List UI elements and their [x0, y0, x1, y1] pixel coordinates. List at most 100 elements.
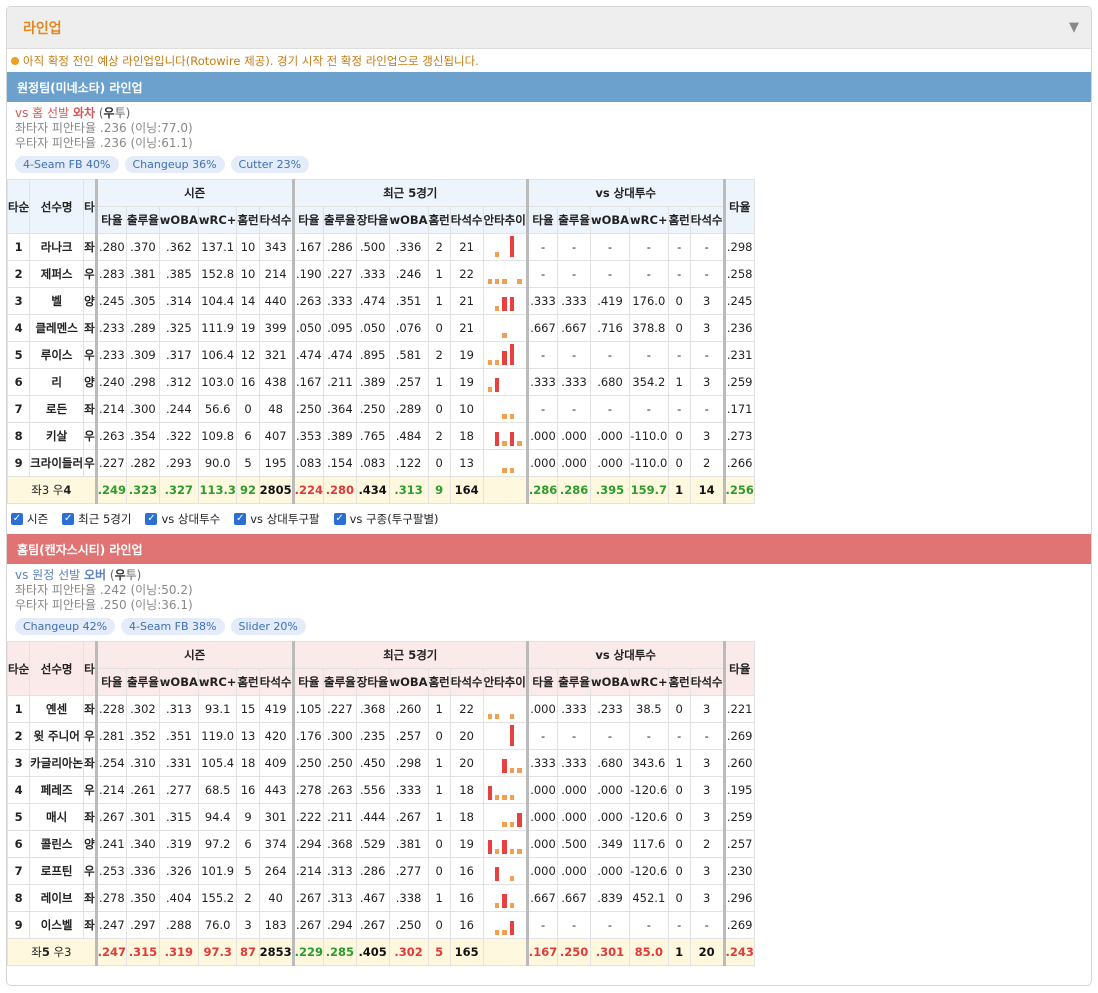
recent-stat: .474	[291, 341, 325, 369]
col-vs[interactable]: 홈런	[667, 668, 691, 696]
total-vs: .250	[557, 938, 591, 966]
player-name[interactable]: 윗 주니어	[29, 722, 85, 750]
season-stat: .214	[94, 395, 128, 423]
col-vs[interactable]: 타석수	[689, 668, 725, 696]
col-recent[interactable]: 안타추이	[482, 668, 528, 696]
spark-bar	[517, 930, 521, 935]
col-vs[interactable]: 타석수	[689, 206, 725, 234]
col-recent[interactable]: wOBA	[388, 668, 429, 696]
recent-stat: .250	[355, 395, 390, 423]
recent-stat: .214	[291, 857, 325, 885]
col-recent[interactable]: 출루율	[323, 668, 357, 696]
player-name[interactable]: 이스벨	[29, 911, 85, 939]
filter-vs-pitcher[interactable]: ✓ vs 상대투수	[145, 511, 220, 527]
filter-vs-arm[interactable]: ✓ vs 상대투구팔	[234, 511, 320, 527]
player-name[interactable]: 클레멘스	[29, 314, 85, 342]
vs-stat: 3	[689, 422, 725, 450]
hit-trend-spark	[482, 341, 528, 369]
checkbox-icon[interactable]: ✓	[145, 513, 158, 525]
home-split-left: 좌타자 피안타율 .242 (이닝:50.2)	[15, 583, 193, 597]
checkbox-icon[interactable]: ✓	[11, 513, 23, 525]
filter-vs-pitchtype[interactable]: ✓ vs 구종(투구팔별)	[333, 511, 439, 527]
col-season[interactable]: 타율	[94, 206, 128, 234]
checkbox-icon[interactable]: ✓	[333, 513, 346, 525]
col-recent[interactable]: 출루율	[323, 206, 357, 234]
player-name[interactable]: 로프틴	[29, 857, 85, 885]
season-stat: 109.8	[197, 422, 238, 450]
checkbox-icon[interactable]: ✓	[62, 513, 75, 525]
col-recent[interactable]: wOBA	[388, 206, 429, 234]
total-vs: 20	[689, 938, 725, 966]
col-vs[interactable]: wOBA	[589, 206, 631, 234]
col-recent[interactable]: 타석수	[449, 668, 484, 696]
spark-bar	[517, 387, 521, 392]
col-recent[interactable]: 홈런	[427, 668, 451, 696]
checkbox-icon[interactable]: ✓	[234, 513, 247, 525]
spark-bar	[488, 876, 492, 881]
filter-season[interactable]: ✓ 시즌	[11, 511, 48, 527]
total-season: 2853	[258, 938, 294, 966]
total-recent: .229	[291, 938, 325, 966]
col-recent[interactable]: 홈런	[427, 206, 451, 234]
col-season[interactable]: wOBA	[158, 668, 199, 696]
filter-recent[interactable]: ✓ 최근 5경기	[62, 511, 131, 527]
collapse-icon[interactable]: ▼	[1069, 20, 1079, 35]
recent-stat: .389	[355, 368, 390, 396]
col-season[interactable]: 타석수	[258, 668, 294, 696]
spark-bar	[488, 441, 492, 446]
player-name[interactable]: 키살	[29, 422, 85, 450]
vs-stat: .000	[525, 695, 559, 723]
season-stat: .305	[126, 287, 160, 315]
player-name[interactable]: 라나크	[29, 233, 85, 261]
col-order: 타순	[7, 641, 31, 696]
vs-stat: 3	[689, 695, 725, 723]
col-vs[interactable]: wOBA	[589, 668, 631, 696]
col-recent[interactable]: 장타율	[355, 206, 390, 234]
vs-stat: 38.5	[629, 695, 669, 723]
col-recent[interactable]: 타석수	[449, 206, 484, 234]
col-recent[interactable]: 안타추이	[482, 206, 528, 234]
col-recent[interactable]: 타율	[291, 668, 325, 696]
total-season: .327	[158, 476, 199, 504]
player-name[interactable]: 카글리아논	[29, 749, 85, 777]
col-season[interactable]: wOBA	[158, 206, 199, 234]
col-season[interactable]: wRC+	[197, 668, 238, 696]
recent-stat: .294	[291, 830, 325, 858]
recent-stat: .257	[388, 722, 429, 750]
recent-stat: .353	[291, 422, 325, 450]
col-season[interactable]: 타율	[94, 668, 128, 696]
season-stat: 409	[258, 749, 294, 777]
col-season[interactable]: 출루율	[126, 668, 160, 696]
player-name[interactable]: 콜린스	[29, 830, 85, 858]
lineup-header[interactable]: 라인업 ▼	[7, 7, 1091, 49]
col-vs[interactable]: 출루율	[557, 206, 591, 234]
player-name[interactable]: 페레즈	[29, 776, 85, 804]
col-recent[interactable]: 타율	[291, 206, 325, 234]
col-season[interactable]: 출루율	[126, 206, 160, 234]
away-pitcher-name[interactable]: 와차	[73, 106, 95, 120]
col-season[interactable]: wRC+	[197, 206, 238, 234]
player-name[interactable]: 로든	[29, 395, 85, 423]
col-vs[interactable]: 홈런	[667, 206, 691, 234]
player-name[interactable]: 매시	[29, 803, 85, 831]
col-recent[interactable]: 장타율	[355, 668, 390, 696]
player-name[interactable]: 벨	[29, 287, 85, 315]
col-season[interactable]: 타석수	[258, 206, 294, 234]
recent-stat: .278	[291, 776, 325, 804]
player-name[interactable]: 제퍼스	[29, 260, 85, 288]
player-name[interactable]: 루이스	[29, 341, 85, 369]
player-name[interactable]: 레이브	[29, 884, 85, 912]
col-vs[interactable]: wRC+	[629, 206, 669, 234]
col-season[interactable]: 홈런	[236, 206, 260, 234]
col-season[interactable]: 홈런	[236, 668, 260, 696]
spark-bar	[494, 903, 500, 908]
col-vs[interactable]: 출루율	[557, 668, 591, 696]
col-vs[interactable]: 타율	[525, 206, 559, 234]
season-stat: 183	[258, 911, 294, 939]
col-vs[interactable]: 타율	[525, 668, 559, 696]
player-name[interactable]: 옌센	[29, 695, 85, 723]
player-name[interactable]: 크라이들러	[29, 449, 85, 477]
col-vs[interactable]: wRC+	[629, 668, 669, 696]
player-name[interactable]: 리	[29, 368, 85, 396]
home-pitcher-name[interactable]: 오버	[84, 568, 106, 582]
